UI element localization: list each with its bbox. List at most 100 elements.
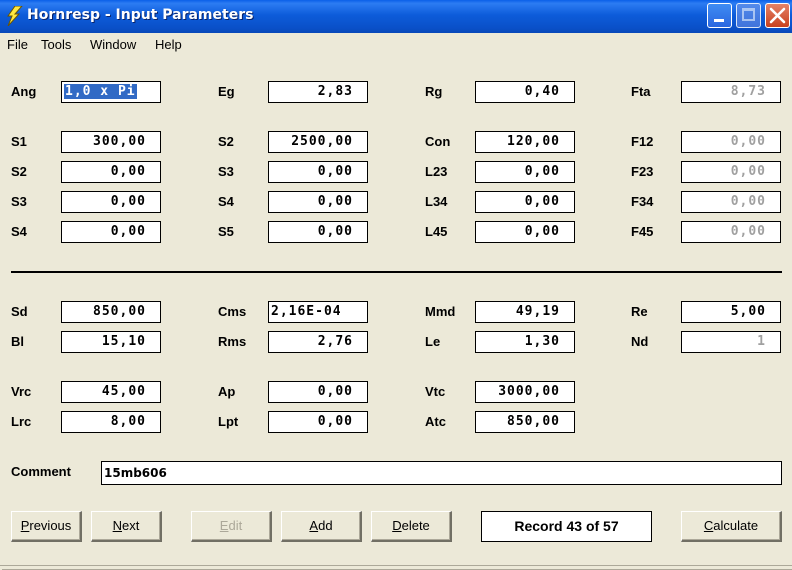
label-s2: S2 — [11, 164, 27, 179]
comment-field[interactable]: 15mb606 — [101, 461, 782, 485]
previous-label: revious — [29, 518, 72, 533]
next-label: ext — [122, 518, 140, 533]
previous-button[interactable]: Previous — [11, 511, 82, 542]
nd-field: 1 — [681, 331, 781, 353]
fta-field: 8,73 — [681, 81, 781, 103]
label-l34: L34 — [425, 194, 448, 209]
label-l45: L45 — [425, 224, 448, 239]
label-s1: S1 — [11, 134, 27, 149]
calculate-accel: C — [703, 518, 714, 533]
next-accel: N — [112, 518, 123, 533]
l34-field[interactable]: 0,00 — [475, 191, 575, 213]
label-re: Re — [631, 304, 648, 319]
s2-field[interactable]: 0,00 — [61, 161, 161, 183]
label-f34: F34 — [631, 194, 654, 209]
add-accel: A — [309, 518, 319, 533]
bl-field[interactable]: 15,10 — [61, 331, 161, 353]
next-button[interactable]: Next — [91, 511, 162, 542]
calculate-label: alculate — [713, 518, 759, 533]
s1-field[interactable]: 300,00 — [61, 131, 161, 153]
label-sd: Sd — [11, 304, 28, 319]
f23-field: 0,00 — [681, 161, 781, 183]
con-field[interactable]: 120,00 — [475, 131, 575, 153]
label-vrc: Vrc — [11, 384, 32, 399]
section-divider — [11, 271, 782, 273]
ang-field[interactable]: 1,0 x Pi — [61, 81, 161, 103]
edit-label: dit — [228, 518, 243, 533]
label-lrc: Lrc — [11, 414, 32, 429]
label-fta: Fta — [631, 84, 651, 99]
le-field[interactable]: 1,30 — [475, 331, 575, 353]
label-f45: F45 — [631, 224, 654, 239]
label-eg: Eg — [218, 84, 235, 99]
label-nd: Nd — [631, 334, 649, 349]
label-s3: S3 — [11, 194, 27, 209]
label-ap: Ap — [218, 384, 236, 399]
cms-field[interactable]: 2,16E-04 — [268, 301, 368, 323]
label-rg: Rg — [425, 84, 443, 99]
label-con: Con — [425, 134, 451, 149]
lpt-field[interactable]: 0,00 — [268, 411, 368, 433]
f45-field: 0,00 — [681, 221, 781, 243]
label-vtc: Vtc — [425, 384, 446, 399]
ang-value: 1,0 x Pi — [64, 84, 137, 99]
label-s3-upper: S3 — [218, 164, 234, 179]
edit-button: Edit — [191, 511, 272, 542]
lrc-field[interactable]: 8,00 — [61, 411, 161, 433]
s4-field[interactable]: 0,00 — [61, 221, 161, 243]
label-atc: Atc — [425, 414, 446, 429]
label-s4: S4 — [11, 224, 27, 239]
vrc-field[interactable]: 45,00 — [61, 381, 161, 403]
menu-window[interactable]: Window — [90, 37, 136, 52]
ap-field[interactable]: 0,00 — [268, 381, 368, 403]
label-f12: F12 — [631, 134, 654, 149]
close-icon — [769, 7, 786, 24]
minimize-button[interactable] — [707, 3, 732, 28]
label-cms: Cms — [218, 304, 247, 319]
add-button[interactable]: Add — [281, 511, 362, 542]
atc-field[interactable]: 850,00 — [475, 411, 575, 433]
menu-help[interactable]: Help — [155, 37, 182, 52]
maximize-button[interactable] — [736, 3, 761, 28]
sd-field[interactable]: 850,00 — [61, 301, 161, 323]
record-status: Record 43 of 57 — [481, 511, 652, 542]
close-button[interactable] — [765, 3, 790, 28]
label-l23: L23 — [425, 164, 448, 179]
delete-button[interactable]: Delete — [371, 511, 452, 542]
status-bar — [0, 565, 792, 570]
s3-field[interactable]: 0,00 — [61, 191, 161, 213]
label-le: Le — [425, 334, 441, 349]
f12-field: 0,00 — [681, 131, 781, 153]
label-rms: Rms — [218, 334, 247, 349]
calculate-button[interactable]: Calculate — [681, 511, 782, 542]
l45-field[interactable]: 0,00 — [475, 221, 575, 243]
s5-field[interactable]: 0,00 — [268, 221, 368, 243]
label-s4-upper: S4 — [218, 194, 234, 209]
f34-field: 0,00 — [681, 191, 781, 213]
label-bl: Bl — [11, 334, 24, 349]
window-title: Hornresp - Input Parameters — [27, 7, 254, 23]
rms-field[interactable]: 2,76 — [268, 331, 368, 353]
add-label: dd — [318, 518, 333, 533]
menu-tools[interactable]: Tools — [41, 37, 71, 52]
eg-field[interactable]: 2,83 — [268, 81, 368, 103]
s3-upper-field[interactable]: 0,00 — [268, 161, 368, 183]
re-field[interactable]: 5,00 — [681, 301, 781, 323]
mmd-field[interactable]: 49,19 — [475, 301, 575, 323]
l23-field[interactable]: 0,00 — [475, 161, 575, 183]
label-s5: S5 — [218, 224, 234, 239]
label-ang: Ang — [11, 84, 37, 99]
label-f23: F23 — [631, 164, 654, 179]
lightning-bolt-icon — [5, 5, 24, 27]
label-mmd: Mmd — [425, 304, 456, 319]
label-lpt: Lpt — [218, 414, 239, 429]
menu-bar: File Tools Window Help — [0, 33, 792, 55]
menu-file[interactable]: File — [7, 37, 28, 52]
s4-upper-field[interactable]: 0,00 — [268, 191, 368, 213]
rg-field[interactable]: 0,40 — [475, 81, 575, 103]
delete-accel: D — [392, 518, 402, 533]
title-bar: Hornresp - Input Parameters — [0, 0, 792, 33]
delete-label: elete — [401, 518, 430, 533]
vtc-field[interactable]: 3000,00 — [475, 381, 575, 403]
s2-upper-field[interactable]: 2500,00 — [268, 131, 368, 153]
